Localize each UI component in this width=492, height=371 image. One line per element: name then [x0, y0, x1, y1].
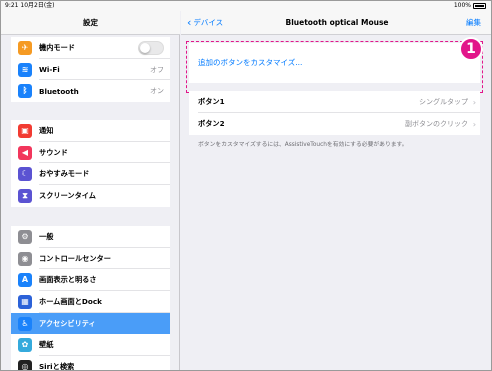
moon-icon: ☾: [18, 167, 32, 182]
battery-percent: 100%: [453, 2, 471, 9]
sidebar-item-label: アクセシビリティ: [39, 318, 96, 328]
accessibility-icon: ♿: [18, 316, 32, 331]
customize-additional-buttons[interactable]: 追加のボタンをカスタマイズ...: [189, 43, 480, 83]
button-settings-group: ボタン1 シングルタップ › ボタン2 副ボタンのクリック ›: [189, 91, 480, 135]
wifi-icon: ≋: [18, 62, 32, 77]
sidebar-item-label: ホーム画面とDock: [39, 296, 102, 306]
hourglass-icon: ⧗: [18, 188, 32, 203]
wallpaper-icon: ✿: [18, 338, 32, 353]
bluetooth-icon: ᛒ: [18, 84, 32, 99]
status-bar: 9:21 10月2日(金) 100%: [1, 1, 491, 11]
sidebar-group: ▣ 通知 ◀ サウンド ☾ おやすみモード ⧗ スクリーンタイム: [11, 120, 170, 207]
button-row-label: ボタン1: [198, 97, 225, 106]
ipad-screen: 9:21 10月2日(金) 100% 設定 ✈ 機内モード ≋ Wi-Fi オフ ᛒ Blu…: [0, 0, 492, 371]
status-time: 9:21 10月2日(金): [5, 2, 55, 9]
airplane-icon: ✈: [18, 40, 32, 55]
button-row-value: シングルタップ: [419, 98, 468, 106]
sidebar-title: 設定: [1, 11, 180, 35]
sidebar-item-label: 機内モード: [39, 42, 75, 52]
sidebar-item[interactable]: ᛒ Bluetooth オン: [11, 80, 170, 102]
sidebar-item[interactable]: ≋ Wi-Fi オフ: [11, 59, 170, 81]
siri-icon: ◎: [18, 359, 32, 370]
status-right: 100%: [454, 1, 486, 11]
sidebar-item-value: オン: [150, 87, 164, 96]
sidebar-item[interactable]: A 画面表示と明るさ: [11, 269, 170, 292]
sidebar-item-label: 壁紙: [39, 340, 54, 350]
sidebar-group: ⚙ 一般 ◉ コントロールセンター A 画面表示と明るさ ▦ ホーム画面とDock ♿ アクセシビ…: [11, 226, 170, 371]
sidebar-item-label: おやすみモード: [39, 169, 90, 179]
sidebar-item[interactable]: ☾ おやすみモード: [11, 163, 170, 186]
sidebar-item-value: オフ: [150, 65, 164, 74]
sidebar-item-label: コントロールセンター: [39, 253, 111, 263]
gear-icon: ⚙: [18, 229, 32, 244]
home-screen-icon: ▦: [18, 294, 32, 309]
sidebar-item-label: Wi-Fi: [39, 65, 60, 75]
notification-icon: ▣: [18, 123, 32, 138]
edit-button[interactable]: 編集: [466, 11, 481, 35]
sidebar-item[interactable]: ◎ Siriと検索: [11, 356, 170, 371]
sidebar-item-label: サウンド: [39, 147, 68, 157]
display-icon: A: [18, 273, 32, 288]
airplane-mode-toggle[interactable]: [138, 40, 164, 55]
battery-icon: [473, 3, 486, 9]
sidebar-item[interactable]: ▦ ホーム画面とDock: [11, 291, 170, 313]
sidebar-item[interactable]: ◀ サウンド: [11, 142, 170, 164]
footnote-text: ボタンをカスタマイズするには、AssistiveTouchを有効にする必要があり…: [198, 142, 408, 148]
sidebar-group: ✈ 機内モード ≋ Wi-Fi オフ ᛒ Bluetooth オン: [11, 37, 170, 103]
sidebar-item[interactable]: ⚙ 一般: [11, 226, 170, 248]
sidebar-item[interactable]: ♿ アクセシビリティ: [11, 312, 170, 335]
control-center-icon: ◉: [18, 251, 32, 266]
sidebar-item[interactable]: ✈ 機内モード: [11, 37, 170, 59]
button-row-1[interactable]: ボタン1 シングルタップ ›: [189, 91, 480, 113]
sound-icon: ◀: [18, 145, 32, 160]
sidebar-item[interactable]: ⧗ スクリーンタイム: [11, 185, 170, 207]
sidebar-item[interactable]: ▣ 通知: [11, 120, 170, 142]
detail-pane: ‹ デバイス Bluetooth optical Mouse 編集 追加のボタン…: [181, 11, 491, 370]
nav-bar: ‹ デバイス Bluetooth optical Mouse 編集: [181, 11, 491, 35]
chevron-right-icon: ›: [472, 97, 476, 107]
step-badge: 1: [459, 37, 483, 61]
sidebar-item-label: Bluetooth: [39, 86, 79, 96]
sidebar-item[interactable]: ✿ 壁紙: [11, 334, 170, 357]
sidebar-item-label: 一般: [39, 231, 54, 241]
settings-sidebar: 設定 ✈ 機内モード ≋ Wi-Fi オフ ᛒ Bluetooth オン ▣ 通知 ◀ サウンド ☾ おや…: [1, 11, 180, 371]
button-row-value: 副ボタンのクリック: [405, 120, 468, 128]
page-title: Bluetooth optical Mouse: [285, 18, 389, 27]
sidebar-item-label: Siriと検索: [39, 361, 75, 371]
chevron-right-icon: ›: [472, 119, 476, 129]
button-row-2[interactable]: ボタン2 副ボタンのクリック ›: [189, 113, 480, 135]
sidebar-item-label: スクリーンタイム: [39, 190, 96, 200]
button-row-label: ボタン2: [198, 119, 225, 128]
sidebar-item-label: 画面表示と明るさ: [39, 275, 97, 285]
sidebar-item[interactable]: ◉ コントロールセンター: [11, 248, 170, 270]
sidebar-item-label: 通知: [39, 125, 54, 135]
